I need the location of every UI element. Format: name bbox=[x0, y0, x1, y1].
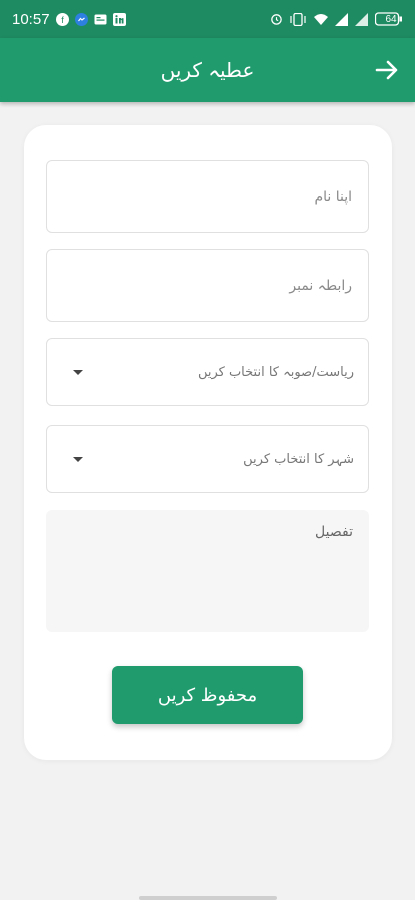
linkedin-icon bbox=[112, 12, 126, 26]
signal-icon bbox=[335, 12, 349, 26]
phone-input[interactable] bbox=[61, 276, 354, 295]
battery-level: 64 bbox=[385, 13, 397, 25]
alarm-icon bbox=[270, 13, 283, 26]
chevron-down-icon bbox=[73, 456, 83, 462]
status-bar: 10:57 f 64 bbox=[0, 0, 415, 38]
name-field[interactable] bbox=[46, 160, 369, 233]
state-select-label: ریاست/صوبہ کا انتخاب کریں bbox=[197, 364, 354, 380]
facebook-icon: f bbox=[55, 12, 69, 26]
details-textarea[interactable] bbox=[56, 522, 355, 624]
details-field[interactable] bbox=[46, 510, 369, 632]
news-icon bbox=[94, 13, 107, 26]
donation-form-card: ریاست/صوبہ کا انتخاب کریں شہر کا انتخاب … bbox=[24, 125, 392, 760]
vibrate-icon bbox=[289, 12, 307, 26]
phone-field[interactable] bbox=[46, 249, 369, 322]
app-bar: عطیہ کریں bbox=[0, 38, 415, 102]
back-arrow-icon[interactable] bbox=[373, 56, 401, 84]
status-bar-right: 64 bbox=[270, 12, 403, 26]
status-bar-left: 10:57 f bbox=[12, 11, 126, 28]
save-button[interactable]: محفوظ کریں bbox=[112, 666, 303, 724]
page-title: عطیہ کریں bbox=[160, 58, 255, 82]
status-time: 10:57 bbox=[12, 10, 50, 28]
city-select[interactable]: شہر کا انتخاب کریں bbox=[46, 425, 369, 493]
name-input[interactable] bbox=[61, 187, 354, 206]
signal-icon-2 bbox=[355, 12, 369, 26]
city-select-label: شہر کا انتخاب کریں bbox=[243, 451, 354, 467]
home-indicator bbox=[139, 896, 277, 900]
messenger-icon bbox=[74, 12, 88, 26]
wifi-icon bbox=[313, 13, 329, 26]
chevron-down-icon bbox=[73, 369, 83, 375]
state-select[interactable]: ریاست/صوبہ کا انتخاب کریں bbox=[46, 338, 369, 406]
